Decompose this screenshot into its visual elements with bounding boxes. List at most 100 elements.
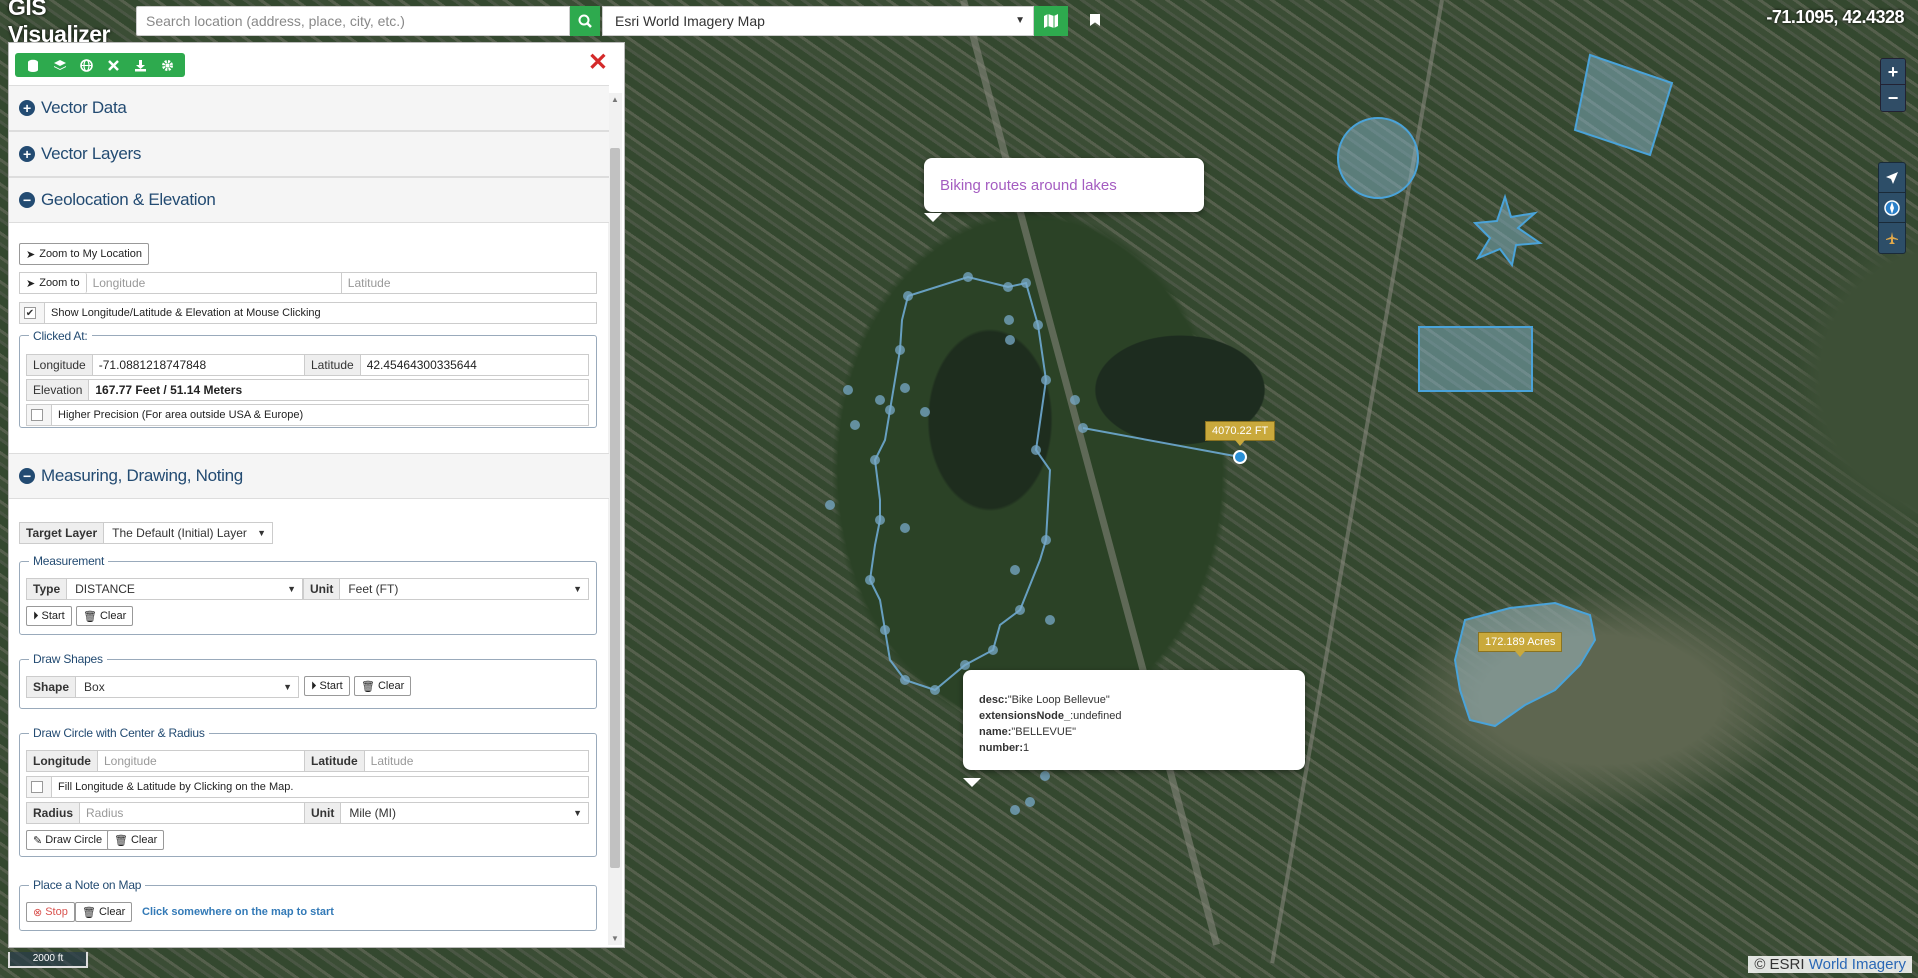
chevron-down-icon: ▼ xyxy=(257,528,266,538)
section-geolocation[interactable]: − Geolocation & Elevation xyxy=(9,177,609,223)
attribution-link[interactable]: World Imagery xyxy=(1809,956,1906,973)
measure-type-select[interactable]: DISTANCE ▼ xyxy=(67,579,302,599)
map-tool-control xyxy=(1878,162,1906,254)
feature-attribute-row: desc:"Bike Loop Bellevue" xyxy=(979,692,1289,708)
measured-area[interactable] xyxy=(1453,601,1597,728)
circle-clear-button[interactable]: 🗑 Clear xyxy=(107,830,165,850)
drawn-star[interactable] xyxy=(1472,193,1543,268)
zoom-longitude-input[interactable]: Longitude xyxy=(87,273,342,293)
zoom-latitude-input[interactable]: Latitude xyxy=(342,273,596,293)
compass-button[interactable] xyxy=(1879,193,1905,223)
circle-unit-select[interactable]: Mile (MI) ▼ xyxy=(341,803,588,823)
close-icon[interactable]: ✕ xyxy=(588,51,608,75)
attribution-prefix: © ESRI xyxy=(1754,956,1805,973)
search-placeholder: Search location (address, place, city, e… xyxy=(146,13,405,29)
measure-type-row: Type DISTANCE ▼ xyxy=(26,578,303,600)
shape-row: Shape Box ▼ xyxy=(26,676,299,698)
drawn-circle[interactable] xyxy=(1337,117,1419,199)
measure-clear-button[interactable]: 🗑 Clear xyxy=(76,606,134,626)
locate-button[interactable] xyxy=(1879,163,1905,193)
drawn-box-rotated[interactable] xyxy=(1573,53,1674,157)
attribute-key: number: xyxy=(979,742,1023,754)
measure-unit-select[interactable]: Feet (FT) ▼ xyxy=(340,579,588,599)
zoom-out-button[interactable]: − xyxy=(1881,85,1905,111)
shape-start-button[interactable]: ⏵ Start xyxy=(304,676,350,696)
clicked-at-legend: Clicked At: xyxy=(29,329,92,343)
clicked-latitude-value[interactable]: 42.45464300335644 xyxy=(361,355,588,375)
shape-clear-button[interactable]: 🗑 Clear xyxy=(354,676,412,696)
zoom-to-row: ➤ Zoom to Longitude Latitude xyxy=(19,272,597,294)
feature-attributes: desc:"Bike Loop Bellevue" extensionsNode_… xyxy=(963,670,1305,778)
database-icon[interactable] xyxy=(19,53,46,77)
basemap-select[interactable]: Esri World Imagery Map ▼ xyxy=(602,6,1034,36)
attribution: © ESRI World Imagery xyxy=(1748,956,1912,973)
stop-icon: ⊗ xyxy=(33,906,43,919)
drawn-box[interactable] xyxy=(1418,326,1533,392)
note-legend: Place a Note on Map xyxy=(29,878,146,892)
attribute-value: "BELLEVUE" xyxy=(1011,726,1077,738)
layers-icon[interactable] xyxy=(46,53,73,77)
search-input[interactable]: Search location (address, place, city, e… xyxy=(136,6,570,36)
section-vector-layers[interactable]: + Vector Layers xyxy=(9,131,609,177)
button-label: Stop xyxy=(45,906,68,918)
note-popup[interactable]: Biking routes around lakes xyxy=(924,158,1204,222)
note-popup-text: Biking routes around lakes xyxy=(940,177,1117,194)
minus-circle-icon: − xyxy=(19,468,35,484)
trash-icon: 🗑 xyxy=(83,610,97,623)
longitude-label: Longitude xyxy=(27,355,93,375)
zoom-my-location-button[interactable]: ➤ Zoom to My Location xyxy=(19,243,149,265)
scroll-up-icon[interactable]: ▲ xyxy=(611,95,619,104)
basemap-selected: Esri World Imagery Map xyxy=(615,13,765,29)
attribute-value: "Bike Loop Bellevue" xyxy=(1007,694,1110,706)
scrollbar-thumb[interactable] xyxy=(610,148,620,868)
globe-icon[interactable] xyxy=(73,53,100,77)
zoom-to-button[interactable]: ➤ Zoom to xyxy=(20,273,87,293)
note-stop-button[interactable]: ⊗ Stop xyxy=(26,902,75,922)
checkbox-box xyxy=(31,781,43,793)
measure-start-button[interactable]: ⏵ Start xyxy=(26,606,72,626)
note-clear-button[interactable]: 🗑 Clear xyxy=(75,902,133,922)
section-measuring[interactable]: − Measuring, Drawing, Noting xyxy=(9,453,609,499)
search-button[interactable] xyxy=(570,6,600,36)
feature-popup[interactable]: desc:"Bike Loop Bellevue" extensionsNode_… xyxy=(963,670,1305,787)
fill-coords-row: Fill Longitude & Latitude by Clicking on… xyxy=(26,776,589,798)
fill-coords-checkbox[interactable] xyxy=(27,777,52,797)
circle-unit-row: Unit Mile (MI) ▼ xyxy=(304,802,589,824)
section-vector-data[interactable]: + Vector Data xyxy=(9,85,609,131)
flight-button[interactable] xyxy=(1879,223,1905,253)
tools-icon[interactable] xyxy=(100,53,127,77)
download-icon[interactable] xyxy=(127,53,154,77)
attribute-key: extensionsNode_ xyxy=(979,710,1071,722)
zoom-control: + − xyxy=(1880,58,1906,112)
measure-end-point xyxy=(1233,450,1247,464)
plus-circle-icon: + xyxy=(19,146,35,162)
zoom-in-button[interactable]: + xyxy=(1881,59,1905,85)
basemap-button[interactable] xyxy=(1034,6,1068,36)
gear-icon[interactable] xyxy=(154,53,181,77)
draw-circle-legend: Draw Circle with Center & Radius xyxy=(29,726,209,740)
target-layer-row: Target Layer The Default (Initial) Layer… xyxy=(19,522,273,544)
minus-circle-icon: − xyxy=(19,192,35,208)
circle-longitude-input[interactable]: Longitude xyxy=(98,751,304,771)
trash-icon: 🗑 xyxy=(82,906,96,919)
target-layer-select[interactable]: The Default (Initial) Layer ▼ xyxy=(104,523,272,543)
show-coords-checkbox[interactable]: ✔ xyxy=(20,303,45,323)
scroll-down-icon[interactable]: ▼ xyxy=(611,934,619,943)
circle-latitude-input[interactable]: Latitude xyxy=(365,751,588,771)
show-coords-row: ✔ Show Longitude/Latitude & Elevation at… xyxy=(19,302,597,324)
panel-scrollbar[interactable]: ▲ ▼ xyxy=(608,93,622,945)
higher-precision-checkbox[interactable] xyxy=(27,405,52,425)
radius-input[interactable]: Radius xyxy=(80,803,304,823)
draw-circle-button[interactable]: ✎ Draw Circle xyxy=(26,830,110,850)
chevron-down-icon: ▼ xyxy=(283,682,292,692)
feature-attribute-row: number:1 xyxy=(979,740,1289,756)
fill-coords-label: Fill Longitude & Latitude by Clicking on… xyxy=(58,781,294,793)
clicked-longitude-value[interactable]: -71.0881218747848 xyxy=(93,355,304,375)
top-bar: GIS Visualizer Search location (address,… xyxy=(0,0,1100,47)
shape-select[interactable]: Box ▼ xyxy=(76,677,298,697)
search-icon xyxy=(578,14,592,28)
chevron-down-icon: ▼ xyxy=(573,584,582,594)
clicked-latitude-row: Latitude 42.45464300335644 xyxy=(304,354,589,376)
airplane-icon xyxy=(1886,232,1898,244)
higher-precision-row: Higher Precision (For area outside USA &… xyxy=(26,404,589,426)
